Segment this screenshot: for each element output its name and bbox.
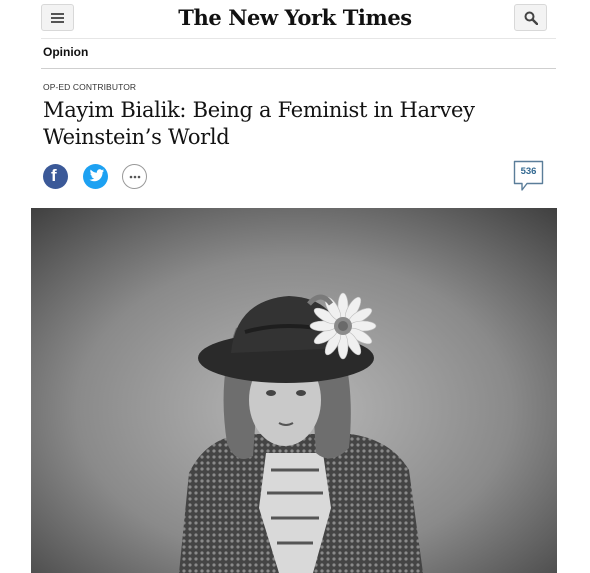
section-link-opinion[interactable]: Opinion [43, 45, 88, 59]
share-twitter-button[interactable] [83, 164, 108, 189]
masthead-logo[interactable]: The New York Times [160, 5, 430, 30]
menu-button[interactable] [41, 4, 74, 31]
comment-count: 536 [520, 166, 537, 177]
hamburger-menu-icon [51, 13, 64, 23]
twitter-bird-icon [89, 169, 105, 182]
share-facebook-button[interactable]: f [43, 164, 68, 189]
share-more-button[interactable] [122, 164, 147, 189]
comments-button[interactable]: 536 [513, 160, 544, 194]
search-button[interactable] [514, 4, 547, 31]
article-kicker: OP-ED CONTRIBUTOR [43, 82, 137, 92]
lead-photo[interactable] [31, 208, 557, 573]
ellipsis-icon [129, 175, 141, 179]
article-headline: Mayim Bialik: Being a Feminist in Harvey… [43, 98, 475, 149]
search-icon [524, 11, 538, 25]
masthead-divider [41, 38, 556, 39]
facebook-icon: f [51, 166, 57, 185]
section-divider [41, 68, 556, 69]
top-navigation-bar: The New York Times [0, 0, 590, 38]
